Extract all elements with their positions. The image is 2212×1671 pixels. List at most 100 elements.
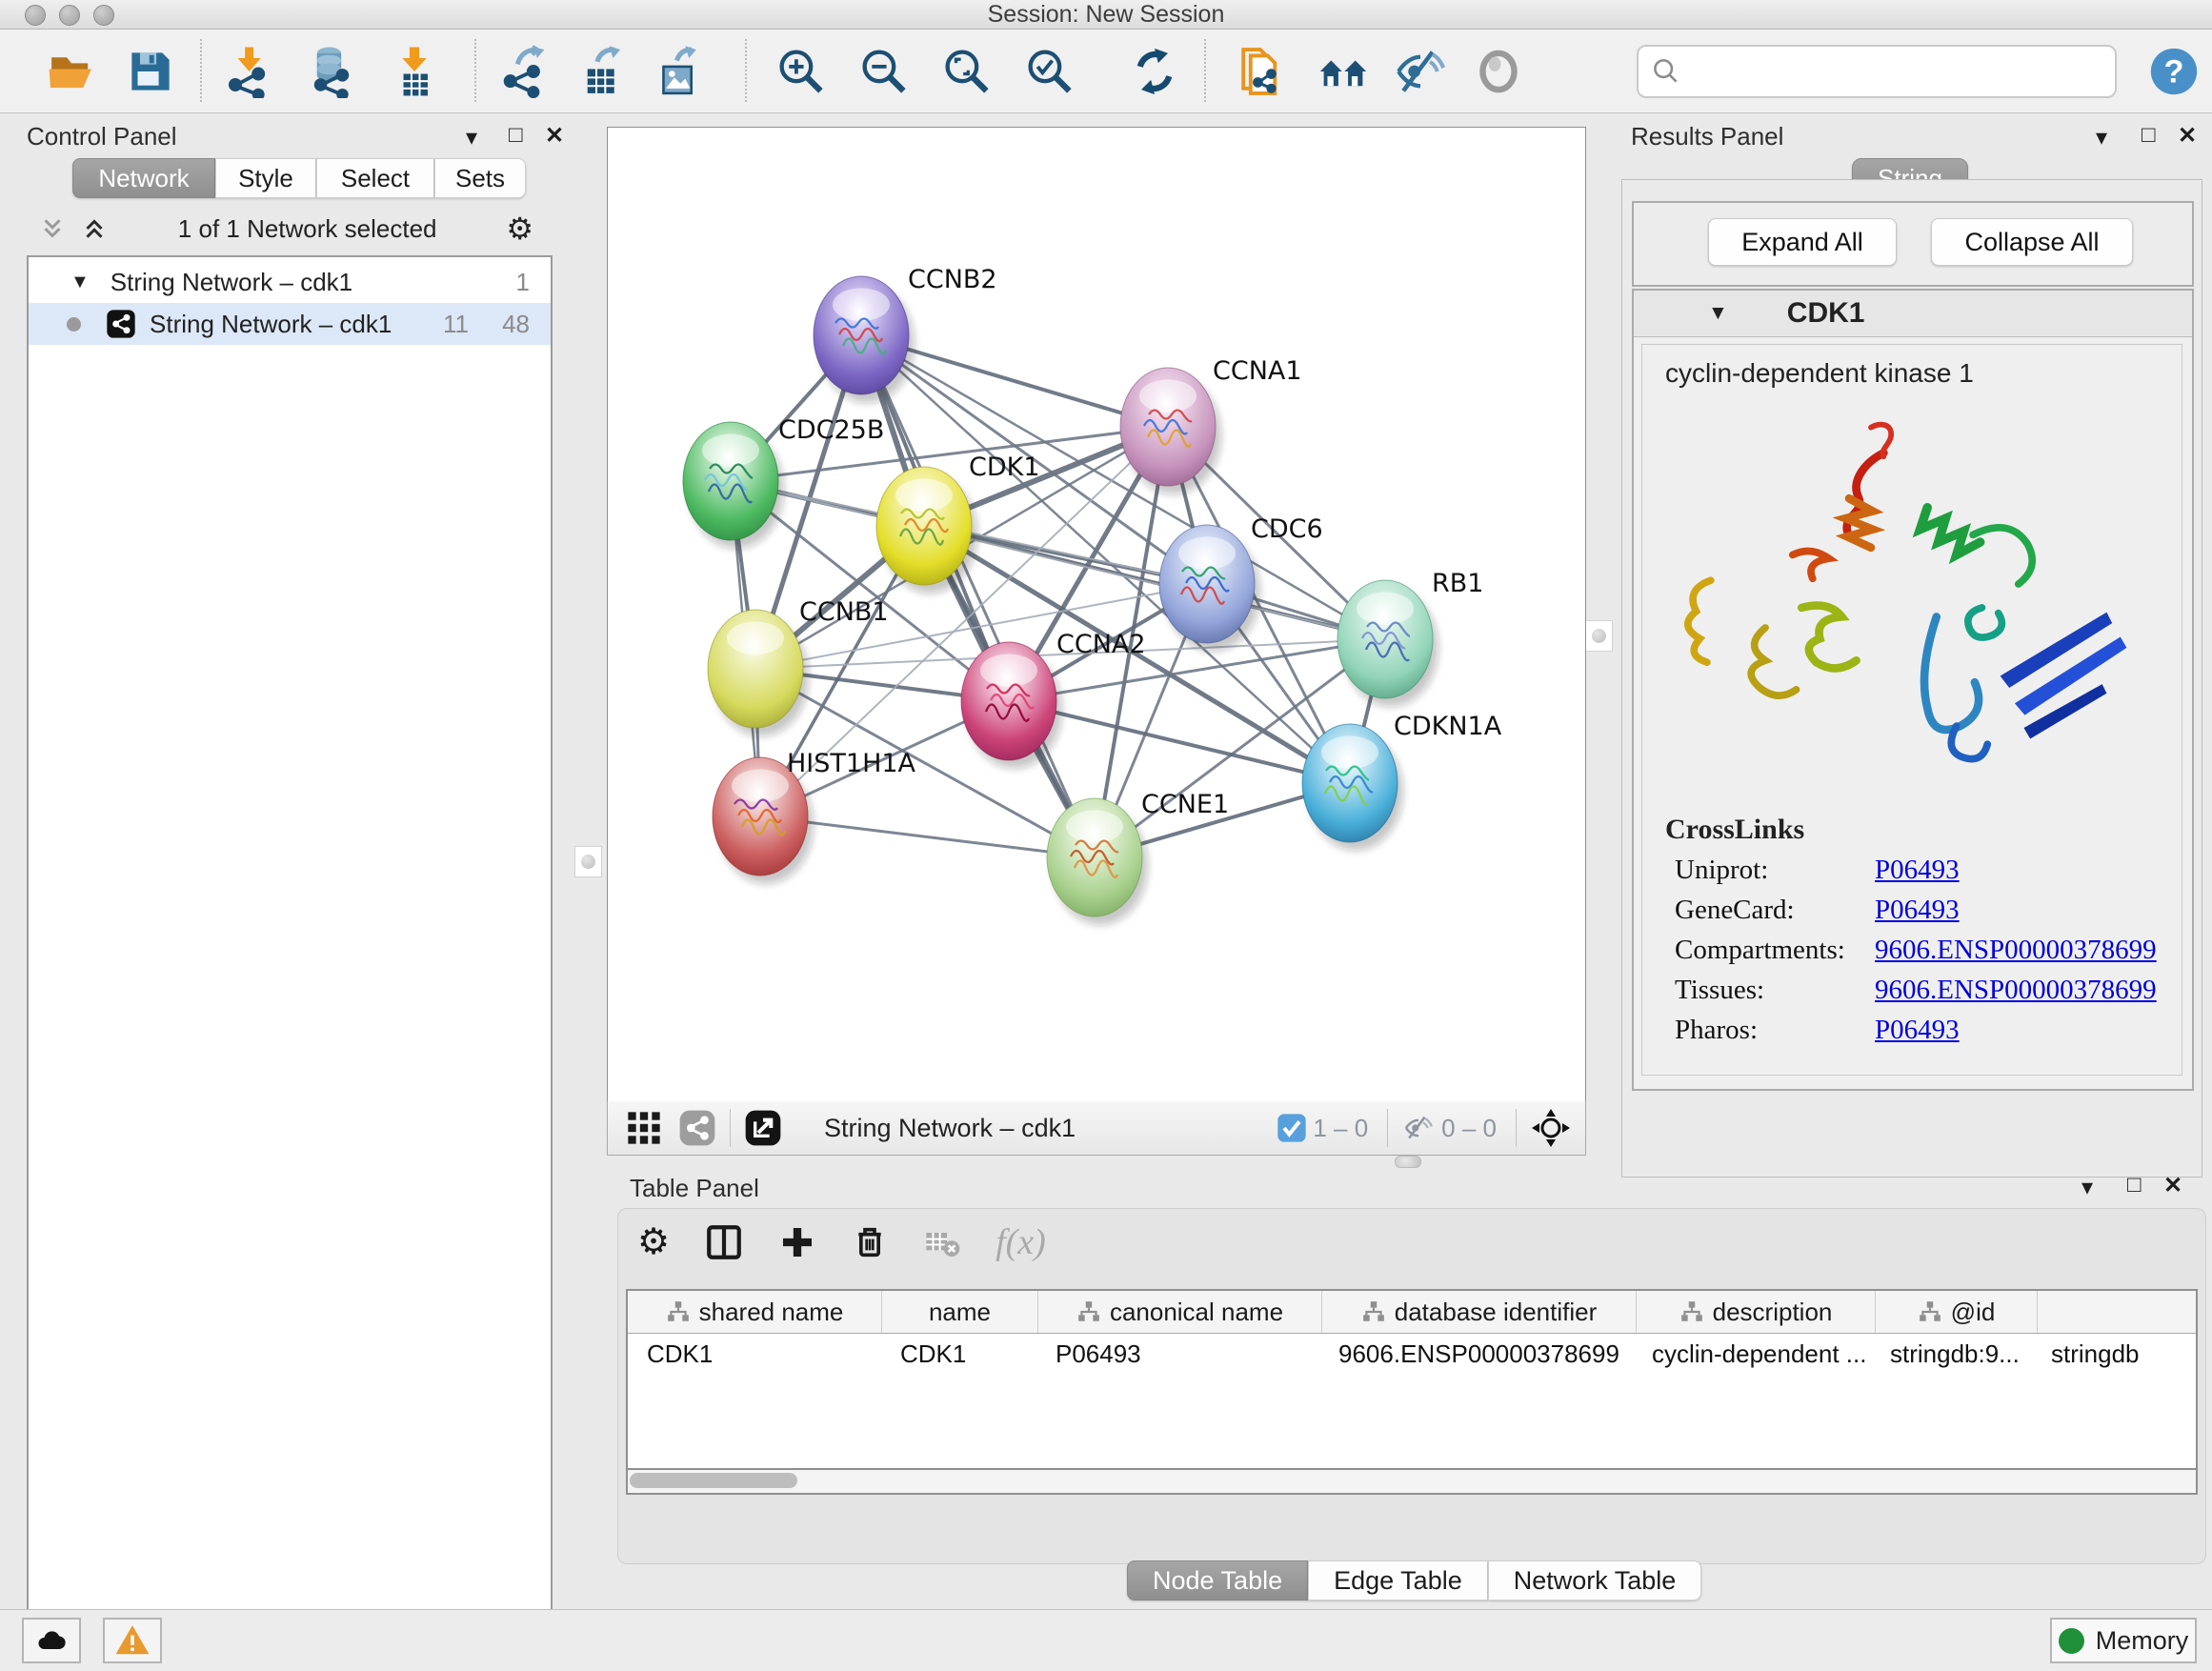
float-panel-icon[interactable]: ▾: [466, 124, 477, 151]
table-cell[interactable]: CDK1: [628, 1339, 881, 1369]
right-splitter-handle[interactable]: [1585, 620, 1613, 652]
attribute-table[interactable]: shared namenamecanonical namedatabase id…: [626, 1289, 2198, 1470]
help-button[interactable]: ?: [2145, 43, 2202, 100]
undock-panel-icon[interactable]: □: [2142, 122, 2156, 149]
column-header[interactable]: description: [1637, 1291, 1876, 1333]
network-canvas[interactable]: CCNB2 CCNA1 CDC25B CDK1 CDC6 RB1 CCNB1 C…: [607, 127, 1586, 1102]
import-network-button[interactable]: [220, 43, 277, 100]
float-panel-icon[interactable]: ▾: [2081, 1174, 2093, 1201]
save-session-button[interactable]: [122, 43, 179, 100]
show-columns-icon[interactable]: [704, 1222, 744, 1262]
table-cell[interactable]: CDK1: [881, 1339, 1036, 1369]
open-session-button[interactable]: [43, 43, 100, 100]
table-cell[interactable]: 9606.ENSP00000378699: [1319, 1339, 1633, 1369]
column-header[interactable]: canonical name: [1038, 1291, 1322, 1333]
table-row[interactable]: CDK1CDK1P064939606.ENSP00000378699cyclin…: [628, 1334, 2196, 1374]
memory-button[interactable]: Memory: [2050, 1618, 2197, 1663]
crosslink-link[interactable]: P06493: [1875, 895, 1960, 926]
crosslink-link[interactable]: 9606.ENSP00000378699: [1875, 935, 2157, 966]
network-node[interactable]: CCNB1: [708, 597, 889, 736]
export-network-button[interactable]: [496, 43, 553, 100]
tab-style[interactable]: Style: [215, 158, 316, 198]
delete-column-trash-icon[interactable]: [851, 1223, 889, 1261]
network-share-icon[interactable]: [678, 1109, 716, 1147]
network-node[interactable]: CCNA1: [1120, 356, 1302, 494]
close-panel-icon[interactable]: ✕: [2178, 122, 2197, 150]
float-panel-icon[interactable]: ▾: [2096, 124, 2107, 151]
crosslink-link[interactable]: P06493: [1875, 855, 1960, 886]
collapse-all-networks-icon[interactable]: [38, 214, 67, 243]
zoom-fit-button[interactable]: [938, 43, 995, 100]
table-cell[interactable]: cyclin-dependent ...: [1633, 1339, 1871, 1369]
column-header[interactable]: namespace: [2038, 1291, 2198, 1333]
export-image-button[interactable]: [651, 43, 708, 100]
network-node[interactable]: CCNB2: [814, 265, 997, 403]
show-all-button[interactable]: [1470, 43, 1527, 100]
clone-network-icon: [1234, 45, 1287, 98]
network-node[interactable]: RB1: [1337, 569, 1483, 707]
network-view-title: String Network – cdk1: [824, 1114, 1076, 1143]
crosslink-row: Pharos:P06493: [1675, 1015, 2182, 1046]
network-node[interactable]: CCNE1: [1047, 790, 1229, 925]
network-node[interactable]: CDKN1A: [1302, 712, 1502, 851]
tab-network[interactable]: Network: [72, 158, 215, 198]
network-options-gear-icon[interactable]: ⚙: [506, 211, 533, 247]
cloud-status-button[interactable]: [22, 1618, 81, 1663]
network-node[interactable]: CCNA2: [961, 630, 1146, 769]
clone-network-button[interactable]: [1232, 43, 1289, 100]
crosslink-link[interactable]: 9606.ENSP00000378699: [1875, 975, 2157, 1006]
window-title: Session: New Session: [0, 0, 2212, 29]
network-node[interactable]: CDC25B: [683, 415, 884, 549]
network-node[interactable]: HIST1H1A: [713, 749, 916, 884]
hide-selected-button[interactable]: [1392, 43, 1449, 100]
expand-all-networks-icon[interactable]: [80, 214, 109, 243]
column-header[interactable]: name: [882, 1291, 1038, 1333]
scrollbar-thumb[interactable]: [630, 1473, 797, 1488]
selected-checkbox-icon[interactable]: [1277, 1113, 1307, 1143]
horizontal-scrollbar[interactable]: [626, 1470, 2198, 1495]
import-network-from-database-button[interactable]: [303, 43, 360, 100]
undock-panel-icon[interactable]: □: [2127, 1172, 2142, 1198]
collapse-all-button[interactable]: Collapse All: [1931, 218, 2133, 266]
fit-selected-crosshair-icon[interactable]: [1530, 1107, 1572, 1149]
import-table-button[interactable]: [386, 43, 443, 100]
add-column-icon[interactable]: [778, 1223, 816, 1261]
birdseye-grid-icon[interactable]: [625, 1109, 663, 1147]
open-in-new-window-icon[interactable]: [744, 1109, 782, 1147]
undock-panel-icon[interactable]: □: [509, 122, 523, 149]
zoom-selected-button[interactable]: [1021, 43, 1078, 100]
network-row-selected[interactable]: String Network – cdk1 11 48: [29, 303, 551, 345]
zoom-in-button[interactable]: [773, 43, 830, 100]
tab-edge-table[interactable]: Edge Table: [1308, 1560, 1488, 1601]
table-cell[interactable]: stringdb: [2032, 1339, 2198, 1369]
tab-network-table[interactable]: Network Table: [1488, 1560, 1702, 1601]
node-label: CDKN1A: [1394, 712, 1502, 741]
tab-sets[interactable]: Sets: [434, 158, 526, 198]
node-section-header[interactable]: ▼ CDK1: [1634, 291, 2192, 337]
tab-node-table[interactable]: Node Table: [1127, 1560, 1308, 1601]
section-expander-icon[interactable]: ▼: [1708, 302, 1728, 325]
network-collection-row[interactable]: ▼ String Network – cdk1 1: [29, 261, 551, 303]
expand-all-button[interactable]: Expand All: [1708, 218, 1897, 266]
zoom-out-button[interactable]: [855, 43, 913, 100]
column-header[interactable]: shared name: [628, 1291, 882, 1333]
collection-expander-icon[interactable]: ▼: [70, 272, 90, 293]
refresh-view-button[interactable]: [1126, 43, 1183, 100]
search-input[interactable]: [1682, 51, 2115, 91]
close-panel-icon[interactable]: ✕: [545, 122, 564, 150]
left-splitter-handle[interactable]: [574, 846, 602, 877]
table-settings-gear-icon[interactable]: ⚙: [637, 1220, 670, 1263]
tab-select[interactable]: Select: [316, 158, 434, 198]
first-neighbors-button[interactable]: [1315, 43, 1372, 100]
network-graph[interactable]: CCNB2 CCNA1 CDC25B CDK1 CDC6 RB1 CCNB1 C…: [608, 128, 1585, 1101]
export-table-button[interactable]: [573, 43, 631, 100]
warnings-button[interactable]: [103, 1618, 162, 1663]
table-cell[interactable]: stringdb:9...: [1871, 1339, 2032, 1369]
network-node[interactable]: CDC6: [1159, 514, 1323, 652]
close-panel-icon[interactable]: ✕: [2163, 1172, 2182, 1199]
column-header[interactable]: database identifier: [1322, 1291, 1637, 1333]
table-cell[interactable]: P06493: [1036, 1339, 1319, 1369]
search-field[interactable]: [1637, 45, 2117, 98]
column-header[interactable]: @id: [1876, 1291, 2038, 1333]
crosslink-link[interactable]: P06493: [1875, 1015, 1960, 1046]
